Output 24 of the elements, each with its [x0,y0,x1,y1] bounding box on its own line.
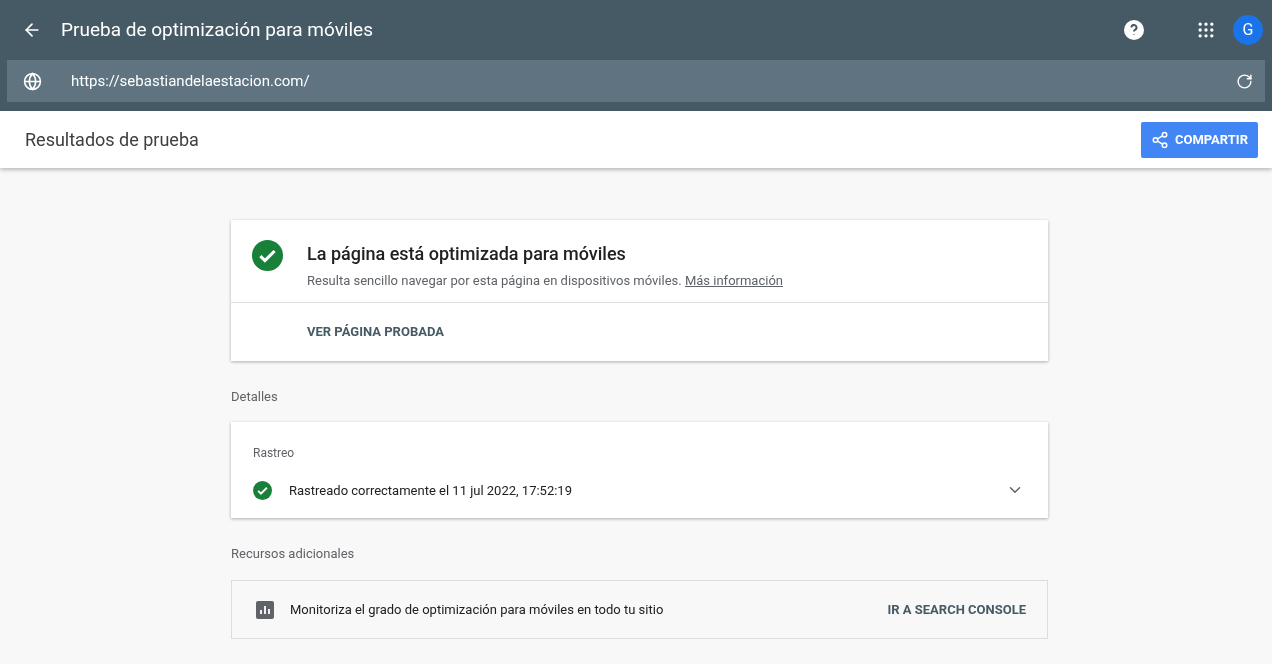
verdict-title: La página está optimizada para móviles [307,242,627,266]
crawl-status-row[interactable]: Rastreado correctamente el 11 jul 2022, 17:52:19 [253,480,1024,500]
app-title: Prueba de optimización para móviles [61,16,373,43]
globe-icon [23,71,42,91]
success-check-icon [252,240,283,271]
bar-chart-icon [256,600,274,619]
url-field[interactable]: https://sebastiandelaestacion.com/ [71,69,310,93]
results-title: Resultados de prueba [25,128,199,152]
share-icon [1150,130,1169,149]
share-button[interactable]: COMPARTIR [1140,121,1258,158]
help-icon[interactable] [1124,20,1144,40]
apps-grid-icon[interactable] [1196,20,1216,40]
resource-text: Monitoriza el grado de optimización para móviles en todo tu sitio [290,600,664,619]
more-info-link[interactable]: Más información [684,273,783,288]
search-console-button[interactable]: IR A SEARCH CONSOLE [887,599,1026,620]
crawl-status: Rastreado correctamente el 11 jul 2022, 17:52:19 [289,481,572,500]
account-avatar[interactable]: G [1233,15,1263,45]
view-tested-page-button[interactable]: VER PÁGINA PROBADA [307,322,444,342]
crawl-title: Rastreo [253,444,296,462]
success-check-icon [253,480,272,500]
reload-icon[interactable] [1236,72,1253,90]
details-heading: Detalles [231,388,279,406]
verdict-description: Resulta sencillo navegar por esta página en dispositivos móviles. Más información [307,272,783,290]
resources-heading: Recursos adicionales [231,544,356,563]
